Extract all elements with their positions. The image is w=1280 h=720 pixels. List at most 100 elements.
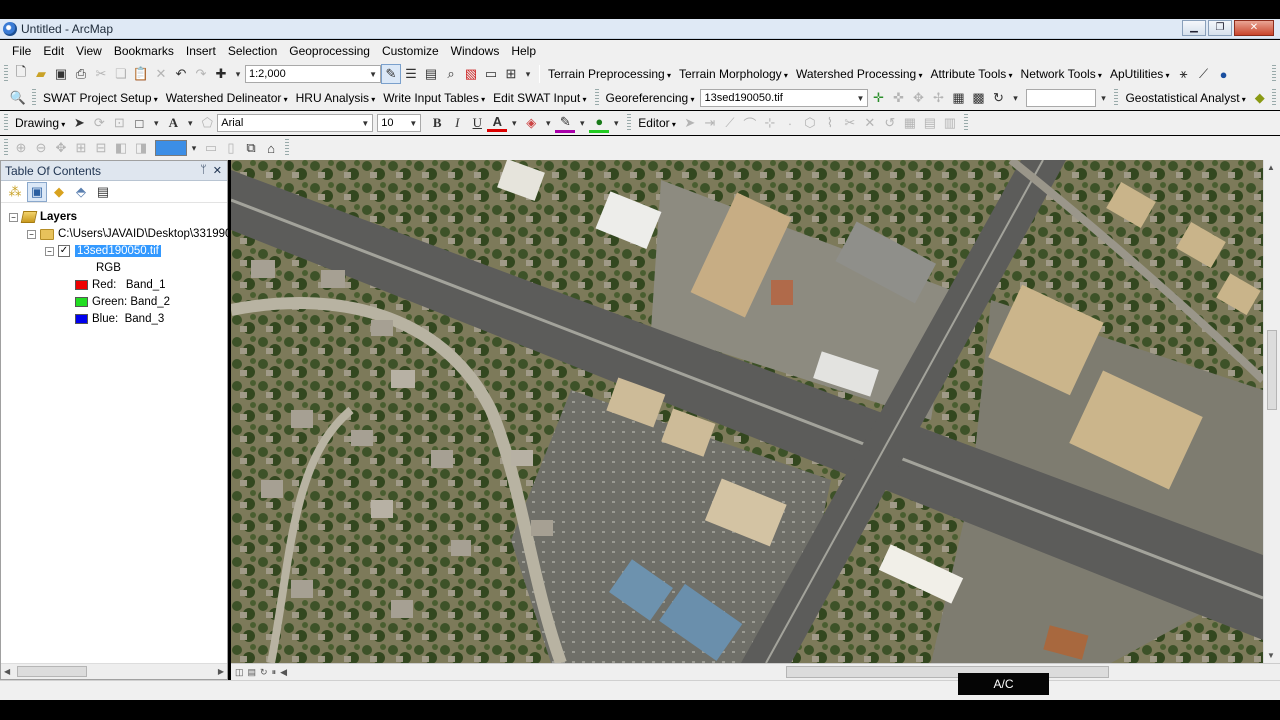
back-extent-icon[interactable]: ◧ — [111, 138, 131, 158]
menu-view[interactable]: View — [70, 44, 108, 58]
open-folder-icon[interactable]: ▰ — [31, 64, 51, 84]
font-color-button[interactable]: A — [487, 114, 508, 132]
scroll-left-icon[interactable]: ◀ — [280, 667, 287, 678]
full-extent-icon[interactable]: ⊞ — [71, 138, 91, 158]
zoom-to-elements-icon[interactable]: ⊡ — [109, 113, 129, 133]
layers-node[interactable]: − Layers — [9, 209, 77, 225]
viewer-icon[interactable]: ▩ — [968, 88, 988, 108]
scroll-up-icon[interactable]: ▲ — [1267, 163, 1275, 172]
terrain-morphology-menu[interactable]: Terrain Morphology — [675, 67, 792, 81]
catalog-window-icon[interactable]: ▤ — [421, 64, 441, 84]
color-picker-swatch[interactable] — [155, 140, 187, 156]
folder-node[interactable]: − C:\Users\JAVAID\Desktop\331990 — [27, 226, 231, 242]
line-color-dropdown-icon[interactable]: ▾ — [575, 113, 589, 133]
paste-icon[interactable]: 📋 — [131, 64, 151, 84]
shift-icon[interactable]: ✥ — [908, 88, 928, 108]
hru-analysis-menu[interactable]: HRU Analysis — [292, 91, 380, 105]
modelbuilder-icon[interactable]: ⊞ — [501, 64, 521, 84]
split-icon[interactable]: ✕ — [860, 113, 880, 133]
fixed-zoom-in-icon[interactable]: ⊟ — [91, 138, 111, 158]
scroll-down-icon[interactable]: ▼ — [1267, 651, 1275, 660]
copy-icon[interactable]: ❏ — [111, 64, 131, 84]
select-elements-icon[interactable]: ➤ — [69, 113, 89, 133]
font-color-dropdown-icon[interactable]: ▾ — [507, 113, 521, 133]
layer-name[interactable]: 13sed190050.tif — [75, 245, 161, 257]
zoom-out-layout-icon[interactable]: ⊖ — [31, 138, 51, 158]
toolbar-grip[interactable] — [4, 114, 8, 132]
font-name-combo[interactable]: Arial ▼ — [217, 114, 374, 132]
print-icon[interactable]: ⎙ — [71, 64, 91, 84]
layout-view-icon[interactable]: ▤ — [248, 667, 257, 678]
italic-button[interactable]: I — [447, 113, 467, 133]
geostatistical-wizard-icon[interactable]: ◆ — [1250, 88, 1270, 108]
green-swatch-icon[interactable] — [75, 297, 88, 307]
save-icon[interactable]: ▣ — [51, 64, 71, 84]
menu-windows[interactable]: Windows — [445, 44, 506, 58]
watershed-delineator-menu[interactable]: Watershed Delineator — [162, 91, 292, 105]
fill-color-dropdown-icon[interactable]: ▾ — [541, 113, 555, 133]
close-button[interactable]: ✕ — [1234, 20, 1274, 36]
rotate-feature-icon[interactable]: ↺ — [880, 113, 900, 133]
arctoolbox-icon[interactable]: ▧ — [461, 64, 481, 84]
scroll-left-icon[interactable]: ◀ — [4, 667, 10, 676]
add-data-icon[interactable]: ✚ — [211, 64, 231, 84]
georef-value-input[interactable] — [1026, 89, 1097, 107]
band-red-node[interactable]: Red: Band_1 — [75, 277, 166, 293]
forward-extent-icon[interactable]: ◨ — [131, 138, 151, 158]
maximize-button[interactable]: ❐ — [1208, 20, 1232, 36]
toolbar-grip[interactable] — [1272, 65, 1276, 83]
cut-polygons-icon[interactable]: ✂ — [840, 113, 860, 133]
scroll-right-icon[interactable]: ▶ — [218, 667, 224, 676]
minimize-button[interactable]: ▁ — [1182, 20, 1206, 36]
menu-edit[interactable]: Edit — [37, 44, 70, 58]
georeferencing-menu[interactable]: Georeferencing — [602, 91, 699, 105]
point-delineation-icon[interactable]: ⟋ — [1194, 64, 1214, 84]
toc-options-icon[interactable]: ▤ — [93, 182, 113, 202]
add-control-points-icon[interactable]: ✛ — [868, 88, 888, 108]
list-by-visibility-icon[interactable]: ◆ — [49, 182, 69, 202]
link-table-icon[interactable]: ▦ — [948, 88, 968, 108]
undo-icon[interactable]: ↶ — [171, 64, 191, 84]
page-setup-icon[interactable]: ▭ — [201, 138, 221, 158]
red-swatch-icon[interactable] — [75, 280, 88, 290]
toolbar-grip[interactable] — [285, 139, 289, 157]
flow-path-icon[interactable]: ⚹ — [1174, 64, 1194, 84]
color-dropdown-icon[interactable]: ▾ — [187, 138, 201, 158]
rectangle-dropdown-icon[interactable]: ▾ — [149, 113, 163, 133]
edit-tool-icon[interactable]: ➤ — [680, 113, 700, 133]
toolbar-grip[interactable] — [627, 114, 632, 132]
menu-geoprocessing[interactable]: Geoprocessing — [283, 44, 376, 58]
toc-horizontal-scrollbar[interactable]: ◀ ▶ — [1, 663, 227, 679]
swat-project-setup-menu[interactable]: SWAT Project Setup — [39, 91, 162, 105]
batch-point-icon[interactable]: ● — [1214, 64, 1234, 84]
menu-file[interactable]: File — [6, 44, 37, 58]
reshape-icon[interactable]: ⌇ — [820, 113, 840, 133]
delete-icon[interactable]: ✕ — [151, 64, 171, 84]
drawing-menu[interactable]: Drawing — [11, 116, 69, 130]
point-icon[interactable]: ∙ — [780, 113, 800, 133]
attributes-icon[interactable]: ▦ — [900, 113, 920, 133]
geostatistical-analyst-menu[interactable]: Geostatistical Analyst — [1121, 91, 1249, 105]
underline-button[interactable]: U — [467, 113, 487, 133]
layout-options-icon[interactable]: ⌂ — [261, 138, 281, 158]
toolbar-grip[interactable] — [1272, 89, 1276, 107]
list-by-source-icon[interactable]: ▣ — [27, 181, 47, 202]
attribute-tools-menu[interactable]: Attribute Tools — [926, 67, 1016, 81]
print-preview-icon[interactable]: ▯ — [221, 138, 241, 158]
map-scale-combo[interactable]: 1:2,000 ▼ — [245, 65, 381, 83]
blue-swatch-icon[interactable] — [75, 314, 88, 324]
add-data-dropdown-icon[interactable]: ▾ — [231, 64, 245, 84]
text-icon[interactable]: A — [163, 113, 183, 133]
collapse-icon[interactable]: − — [9, 212, 18, 222]
map-vscroll-thumb[interactable] — [1267, 330, 1277, 410]
editor-menu[interactable]: Editor — [634, 116, 680, 130]
menu-help[interactable]: Help — [505, 44, 542, 58]
georeference-layer-combo[interactable]: 13sed190050.tif ▼ — [700, 89, 869, 107]
toc-scroll-thumb[interactable] — [17, 666, 87, 677]
zoom-in-icon[interactable]: 🔍 — [8, 88, 28, 108]
straight-segment-icon[interactable]: ⟋ — [720, 113, 740, 133]
cut-icon[interactable]: ✂ — [91, 64, 111, 84]
rectangle-icon[interactable]: □ — [129, 113, 149, 133]
group-icon[interactable]: ⧉ — [241, 138, 261, 158]
toolbar-options-icon[interactable]: ▾ — [521, 64, 535, 84]
